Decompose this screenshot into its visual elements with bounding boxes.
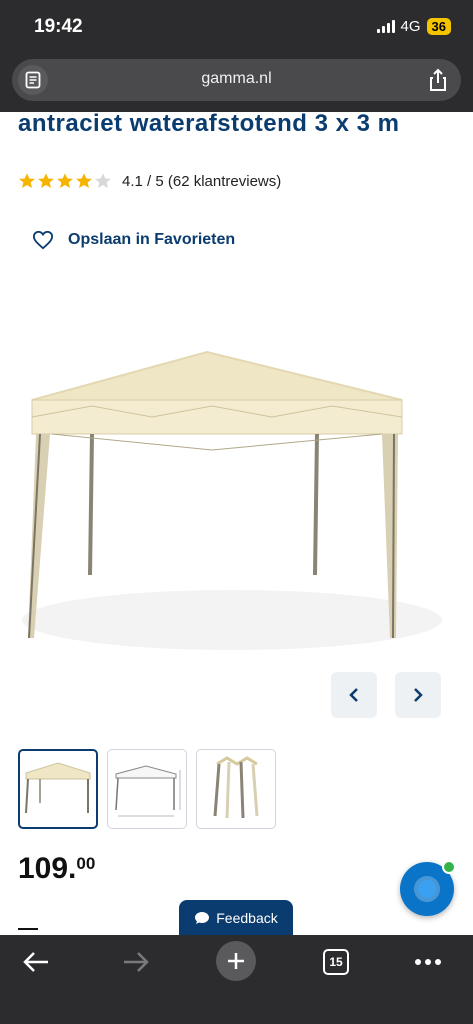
rating-row[interactable]: 4.1 / 5 (62 klantreviews)	[18, 172, 281, 190]
gallery-thumbnail-2[interactable]	[107, 749, 187, 829]
chevron-right-icon	[414, 688, 423, 702]
signal-icon	[376, 20, 395, 33]
heart-icon	[32, 230, 54, 250]
star-icon	[95, 173, 111, 189]
chevron-left-icon	[349, 688, 358, 702]
save-to-favorites-button[interactable]: Opslaan in Favorieten	[32, 230, 235, 250]
price-cents: 00	[76, 854, 96, 873]
arrow-right-icon	[124, 952, 149, 972]
star-icon	[38, 173, 54, 189]
status-indicators: 4G 36	[376, 18, 451, 35]
browser-top-chrome: 19:42 4G 36 gamma.nl	[0, 0, 473, 112]
chat-online-dot	[442, 860, 456, 874]
gallery-thumbnail-1[interactable]	[18, 749, 98, 829]
tabs-button[interactable]: 15	[314, 940, 358, 984]
gallery-next-button[interactable]	[395, 672, 441, 718]
browser-bottom-toolbar: 15	[0, 935, 473, 1024]
more-icon	[415, 959, 441, 965]
url-text[interactable]: gamma.nl	[12, 70, 461, 88]
save-label: Opslaan in Favorieten	[68, 231, 236, 248]
star-icon	[57, 173, 73, 189]
price-main: 109.	[18, 852, 77, 885]
partial-content	[18, 928, 38, 934]
product-title: antraciet waterafstotend 3 x 3 m	[18, 110, 400, 137]
more-button[interactable]	[406, 940, 450, 984]
chat-button[interactable]	[400, 860, 456, 916]
speech-bubble-icon	[195, 912, 210, 924]
share-icon[interactable]	[425, 67, 451, 93]
network-type: 4G	[400, 18, 421, 35]
star-icon	[19, 173, 35, 189]
rating-text[interactable]: 4.1 / 5 (62 klantreviews)	[122, 173, 281, 190]
arrow-left-icon	[23, 952, 48, 972]
tabs-count: 15	[323, 949, 349, 975]
status-time: 19:42	[34, 16, 83, 37]
new-tab-button[interactable]	[216, 941, 256, 981]
back-button[interactable]	[14, 940, 58, 984]
feedback-button[interactable]: Feedback	[179, 900, 293, 936]
forward-button[interactable]	[114, 940, 158, 984]
gallery-prev-button[interactable]	[331, 672, 377, 718]
product-price: 109.00	[18, 852, 95, 886]
feedback-label: Feedback	[216, 910, 278, 926]
battery-level: 36	[426, 18, 451, 35]
product-main-image[interactable]	[12, 300, 462, 670]
gallery-thumbnail-3[interactable]	[196, 749, 276, 829]
address-bar[interactable]: gamma.nl	[12, 59, 461, 101]
rating-stars	[18, 172, 112, 190]
star-icon	[76, 173, 92, 189]
plus-icon	[228, 953, 244, 969]
